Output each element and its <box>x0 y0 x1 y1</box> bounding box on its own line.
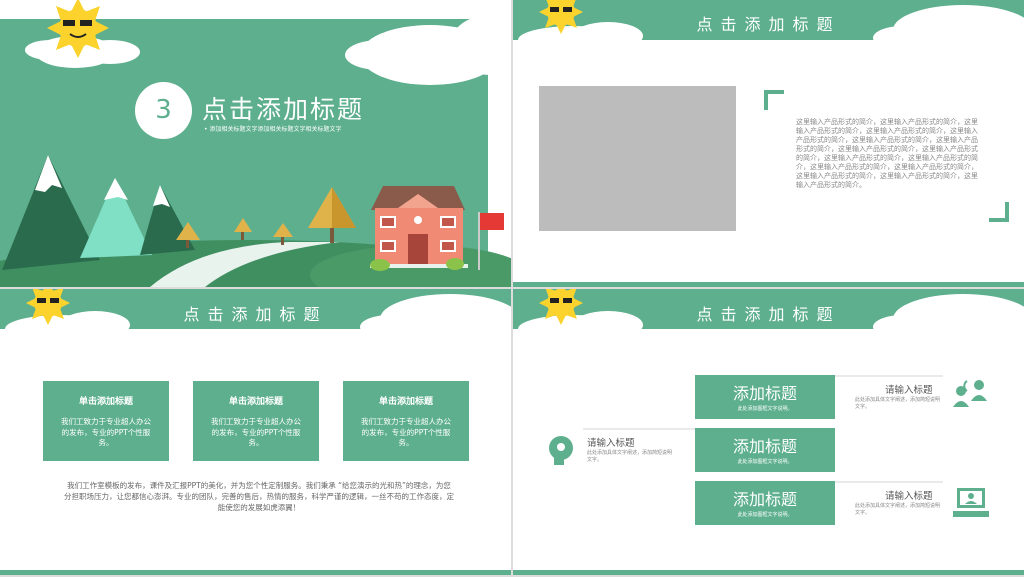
landscape-illustration <box>0 0 511 287</box>
card-body: 我们工致力于专业超人办公的发布，专业的PPT个性服务。 <box>61 417 151 447</box>
intro-text[interactable]: 这里输入产品形式的简介，这里输入产品形式的简介，这里输入产品形式的简介，这里输入… <box>796 118 980 190</box>
slide-3-three-cards[interactable]: 点击添加标题 单击添加标题 我们工致力于专业超人办公的发布，专业的PPT个性服务… <box>0 289 511 575</box>
section-number-circle: 3 <box>135 82 192 139</box>
card-title: 单击添加标题 <box>378 397 433 407</box>
connector-lines <box>583 375 943 483</box>
feature-card[interactable]: 单击添加标题 我们工致力于专业超人办公的发布，专业的PPT个性服务。 <box>193 381 319 461</box>
label-title[interactable]: 请输入标题 <box>885 488 933 502</box>
slide-title[interactable]: 点击添加标题 <box>513 11 1024 35</box>
feature-card[interactable]: 单击添加标题 我们工致力于专业超人办公的发布，专业的PPT个性服务。 <box>43 381 169 461</box>
card-title: 单击添加标题 <box>78 397 133 407</box>
label-text[interactable]: 此处添加具体文字阐述，添加简短说明文字。 <box>855 397 941 411</box>
description-paragraph[interactable]: 我们工作室模板的发布，课件及汇报PPT的美化，并为您个性定制服务。我们秉承 “给… <box>64 480 454 513</box>
image-placeholder[interactable] <box>539 86 736 231</box>
section-title[interactable]: 点击添加标题 <box>202 90 364 126</box>
card-title: 单击添加标题 <box>228 397 283 407</box>
label-text[interactable]: 此处添加具体文字阐述，添加简短说明文字。 <box>855 503 941 517</box>
bracket-top-left-icon <box>764 90 784 110</box>
bottom-strip <box>513 282 1024 287</box>
card-body: 我们工致力于专业超人办公的发布，专业的PPT个性服务。 <box>361 417 451 447</box>
section-subtitle[interactable]: • 添加相关标题文字添加相关标题文字相关标题文字 <box>204 124 341 133</box>
card-body: 我们工致力于专业超人办公的发布，专业的PPT个性服务。 <box>211 417 301 447</box>
bottom-strip <box>513 570 1024 575</box>
team-icon <box>953 380 987 407</box>
label-title[interactable]: 请输入标题 <box>885 382 933 396</box>
slide-1-section-cover[interactable]: 3 点击添加标题 • 添加相关标题文字添加相关标题文字相关标题文字 <box>0 0 511 287</box>
slide-4-process[interactable]: 点击添加标题 添加标题 此处添加图框文字说明。 添加标题 此处添加图框文字说明。… <box>513 289 1024 575</box>
head-idea-icon <box>549 436 573 465</box>
feature-card[interactable]: 单击添加标题 我们工致力于专业超人办公的发布，专业的PPT个性服务。 <box>343 381 469 461</box>
bracket-bottom-right-icon <box>989 202 1009 222</box>
slide-2-image-text[interactable]: 点击添加标题 这里输入产品形式的简介，这里输入产品形式的简介，这里输入产品形式的… <box>513 0 1024 287</box>
computer-user-icon <box>953 488 989 517</box>
slide-title[interactable]: 点击添加标题 <box>0 301 511 325</box>
label-text[interactable]: 此处添加具体文字阐述，添加简短说明文字。 <box>587 450 673 464</box>
bottom-strip <box>0 570 511 575</box>
label-title[interactable]: 请输入标题 <box>587 435 635 449</box>
